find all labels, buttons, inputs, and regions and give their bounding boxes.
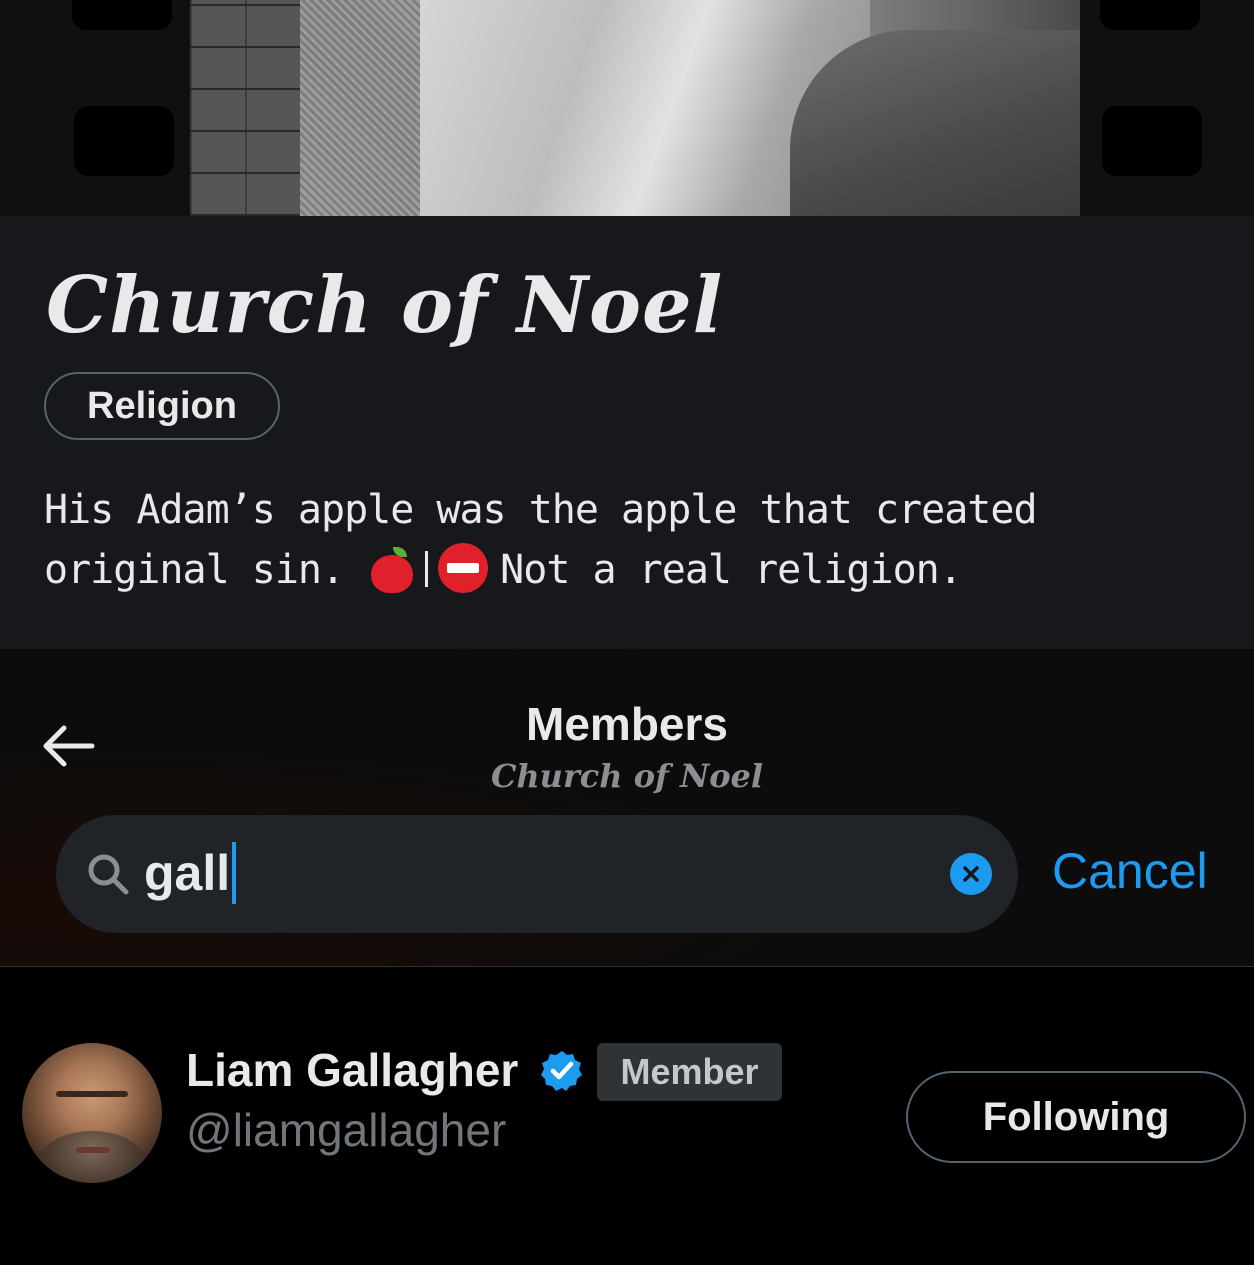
members-header: Members Church of Noel gall Cancel bbox=[0, 649, 1254, 966]
clear-search-button[interactable] bbox=[950, 853, 992, 895]
avatar[interactable] bbox=[22, 1043, 162, 1183]
category-pill[interactable]: Religion bbox=[44, 372, 280, 440]
banner-photo bbox=[190, 0, 1080, 216]
red-apple-emoji bbox=[371, 547, 414, 593]
community-title: Church of Noel bbox=[46, 260, 724, 351]
member-badge: Member bbox=[597, 1043, 782, 1101]
search-input[interactable]: gall bbox=[144, 837, 237, 909]
user-name[interactable]: Liam Gallagher bbox=[186, 1043, 518, 1097]
community-banner bbox=[0, 0, 1254, 216]
verified-badge-icon bbox=[541, 1051, 582, 1091]
page-subtitle: Church of Noel bbox=[490, 757, 764, 795]
photo-shadow bbox=[790, 30, 1080, 216]
film-hole bbox=[72, 0, 172, 30]
community-info: Church of Noel Religion His Adam’s apple… bbox=[0, 216, 1254, 649]
search-field[interactable]: gall bbox=[56, 815, 1018, 933]
user-handle[interactable]: @liamgallagher bbox=[186, 1103, 506, 1157]
photo-arm bbox=[300, 0, 420, 216]
community-description: His Adam’s apple was the apple that crea… bbox=[44, 480, 1224, 600]
search-icon bbox=[88, 854, 129, 895]
film-hole bbox=[1102, 106, 1202, 176]
film-hole bbox=[1100, 0, 1200, 30]
film-hole bbox=[74, 106, 174, 176]
brick-wall bbox=[190, 0, 300, 216]
member-list-item[interactable]: Liam Gallagher Member @liamgallagher Fol… bbox=[0, 967, 1254, 1265]
no-entry-emoji bbox=[438, 543, 489, 593]
separator-bar bbox=[425, 551, 429, 587]
description-disclaimer: Not a real religion. bbox=[500, 547, 963, 593]
page-title: Members bbox=[526, 698, 728, 750]
close-icon bbox=[963, 866, 979, 882]
text-caret bbox=[232, 842, 237, 904]
search-query: gall bbox=[144, 845, 231, 901]
cancel-button[interactable]: Cancel bbox=[1052, 835, 1208, 907]
following-button[interactable]: Following bbox=[906, 1071, 1246, 1163]
